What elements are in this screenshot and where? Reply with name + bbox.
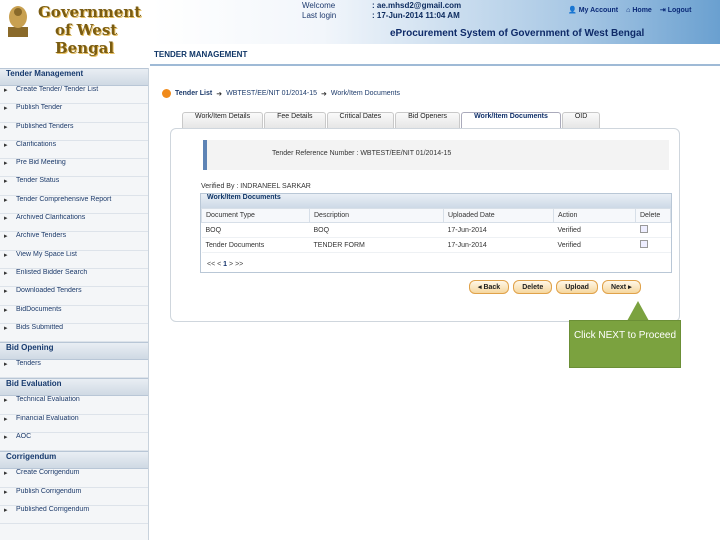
- home-link[interactable]: ⌂ Home: [626, 6, 652, 14]
- last-login-label: Last login: [302, 11, 337, 20]
- sidebar-item-create-corrigendum[interactable]: Create Corrigendum: [0, 469, 148, 488]
- sidebar-item-my-space[interactable]: View My Space List: [0, 251, 148, 269]
- breadcrumb-current: Work/Item Documents: [330, 90, 401, 97]
- breadcrumb: Tender List ➜ WBTEST/EE/NIT 01/2014-15 ➜…: [162, 89, 400, 98]
- col-action: Action: [553, 208, 636, 223]
- emblem-icon: [8, 6, 28, 37]
- back-button[interactable]: ◂ Back: [469, 280, 510, 294]
- pager: << < 1 > >>: [207, 261, 243, 268]
- system-title: eProcurement System of Government of Wes…: [390, 28, 645, 39]
- sidebar-item-downloaded-tenders[interactable]: Downloaded Tenders: [0, 287, 148, 306]
- tab-critical-dates[interactable]: Critical Dates: [326, 112, 395, 128]
- logout-link[interactable]: ⇥ Logout: [659, 6, 692, 15]
- documents-table: Document Type Description Uploaded Date …: [201, 208, 671, 253]
- sidebar: Tender Management Create Tender/ Tender …: [0, 68, 149, 540]
- sidebar-item-publish-corrigendum[interactable]: Publish Corrigendum: [0, 488, 148, 506]
- my-account-link[interactable]: 👤 My Account: [568, 6, 619, 15]
- bullet-icon: [162, 89, 171, 98]
- cell-uploaded-date: 17-Jun-2014: [443, 237, 554, 253]
- col-document-type: Document Type: [201, 208, 310, 223]
- my-account-label: My Account: [578, 6, 619, 14]
- col-uploaded-date: Uploaded Date: [443, 208, 554, 223]
- col-delete: Delete: [635, 208, 671, 223]
- sidebar-item-published-tenders[interactable]: Published Tenders: [0, 123, 148, 141]
- next-button[interactable]: Next ▸: [601, 280, 641, 294]
- user-info: Welcome : ae.mhsd2@gmail.com Last login : …: [302, 1, 461, 21]
- cell-action: Verified: [553, 237, 636, 253]
- verified-by: Verified By : INDRANEEL SARKAR: [201, 183, 311, 190]
- last-login-value: : 17-Jun-2014 11:04 AM: [372, 11, 460, 20]
- logo-line2: of West Bengal: [55, 21, 118, 57]
- top-links: 👤 My Account ⌂ Home ⇥ Logout: [568, 6, 692, 15]
- delete-checkbox[interactable]: [639, 240, 648, 248]
- upload-button[interactable]: Upload: [556, 280, 598, 294]
- arrow-icon: ➜: [216, 90, 223, 98]
- sidebar-item-tender-status[interactable]: Tender Status: [0, 177, 148, 196]
- cell-doc-type: Tender Documents: [201, 237, 310, 253]
- sidebar-item-pre-bid-meeting[interactable]: Pre Bid Meeting: [0, 159, 148, 178]
- delete-checkbox[interactable]: [639, 225, 648, 233]
- callout-text: Click NEXT to Proceed: [573, 330, 677, 341]
- header: Government of West Bengal Welcome : ae.mh…: [0, 0, 720, 57]
- cell-uploaded-date: 17-Jun-2014: [443, 222, 554, 238]
- logo: Government of West Bengal: [0, 0, 152, 57]
- sidebar-item-tenders[interactable]: Tenders: [0, 360, 148, 379]
- sidebar-item-bids-submitted[interactable]: Bids Submitted: [0, 324, 148, 343]
- cell-delete: [635, 222, 671, 238]
- col-description: Description: [309, 208, 444, 223]
- tab-bid-openers[interactable]: Bid Openers: [395, 112, 461, 128]
- table-header-row: Document Type Description Uploaded Date …: [201, 208, 671, 223]
- welcome-label: Welcome: [302, 1, 336, 10]
- user-icon: 👤: [568, 7, 577, 14]
- logout-icon: ⇥: [659, 7, 666, 14]
- logo-line1: Government: [38, 3, 142, 21]
- sidebar-item-enlisted-bidder-search[interactable]: Enlisted Bidder Search: [0, 269, 148, 288]
- sidebar-item-bid-documents[interactable]: BidDocuments: [0, 306, 148, 324]
- cell-delete: [635, 237, 671, 253]
- arrow-icon: ➜: [321, 90, 327, 98]
- documents-grid: Work/Item Documents Document Type Descri…: [200, 193, 672, 273]
- table-row: BOQ BOQ 17-Jun-2014 Verified: [201, 222, 671, 238]
- tab-oid[interactable]: OID: [561, 112, 601, 128]
- sidebar-item-comprehensive-report[interactable]: Tender Comprehensive Report: [0, 196, 148, 215]
- tab-work-item-details[interactable]: Work/Item Details: [182, 112, 264, 128]
- pager-current-page[interactable]: 1: [223, 261, 227, 268]
- cell-doc-type: BOQ: [201, 222, 310, 238]
- tab-fee-details[interactable]: Fee Details: [264, 112, 326, 128]
- sidebar-item-aoc[interactable]: AOC: [0, 433, 148, 452]
- home-icon: ⌂: [626, 6, 631, 14]
- delete-button[interactable]: Delete: [513, 280, 553, 294]
- tab-bar: Work/Item Details Fee Details Critical D…: [182, 112, 601, 129]
- breadcrumb-tender-id[interactable]: WBTEST/EE/NIT 01/2014-15: [226, 90, 317, 97]
- sidebar-item-clarifications[interactable]: Clarifications: [0, 141, 148, 160]
- tender-reference: Tender Reference Number : WBTEST/EE/NIT …: [272, 150, 452, 157]
- logout-label: Logout: [667, 6, 692, 14]
- sidebar-item-archive-tenders[interactable]: Archive Tenders: [0, 232, 148, 251]
- cell-action: Verified: [553, 222, 636, 238]
- sidebar-item-publish-tender[interactable]: Publish Tender: [0, 104, 148, 123]
- sidebar-item-archived-clarifications[interactable]: Archived Clarifications: [0, 214, 148, 233]
- sidebar-item-published-corrigendum[interactable]: Published Corrigendum: [0, 506, 148, 525]
- sidebar-section-bid-evaluation[interactable]: Bid Evaluation: [0, 378, 148, 397]
- home-label: Home: [632, 6, 652, 14]
- action-buttons: ◂ Back Delete Upload Next ▸: [469, 280, 641, 294]
- grid-title: Work/Item Documents: [201, 194, 671, 208]
- callout-arrow: [627, 301, 649, 321]
- breadcrumb-tender-list[interactable]: Tender List: [175, 90, 212, 97]
- pager-next[interactable]: > >>: [229, 261, 243, 268]
- sidebar-item-create-tender[interactable]: Create Tender/ Tender List: [0, 86, 148, 105]
- cell-description: TENDER FORM: [309, 237, 444, 253]
- page-title: TENDER MANAGEMENT: [150, 50, 720, 66]
- welcome-value: : ae.mhsd2@gmail.com: [372, 1, 462, 10]
- sidebar-section-tender-management[interactable]: Tender Management: [0, 68, 148, 86]
- pager-prev[interactable]: << <: [207, 261, 221, 268]
- sidebar-item-technical-evaluation[interactable]: Technical Evaluation: [0, 396, 148, 415]
- sidebar-item-financial-evaluation[interactable]: Financial Evaluation: [0, 415, 148, 434]
- cell-description: BOQ: [309, 222, 444, 238]
- sidebar-section-corrigendum[interactable]: Corrigendum: [0, 451, 148, 470]
- tab-work-item-documents[interactable]: Work/Item Documents: [461, 112, 561, 129]
- table-row: Tender Documents TENDER FORM 17-Jun-2014…: [201, 237, 671, 253]
- sidebar-section-bid-opening[interactable]: Bid Opening: [0, 342, 148, 361]
